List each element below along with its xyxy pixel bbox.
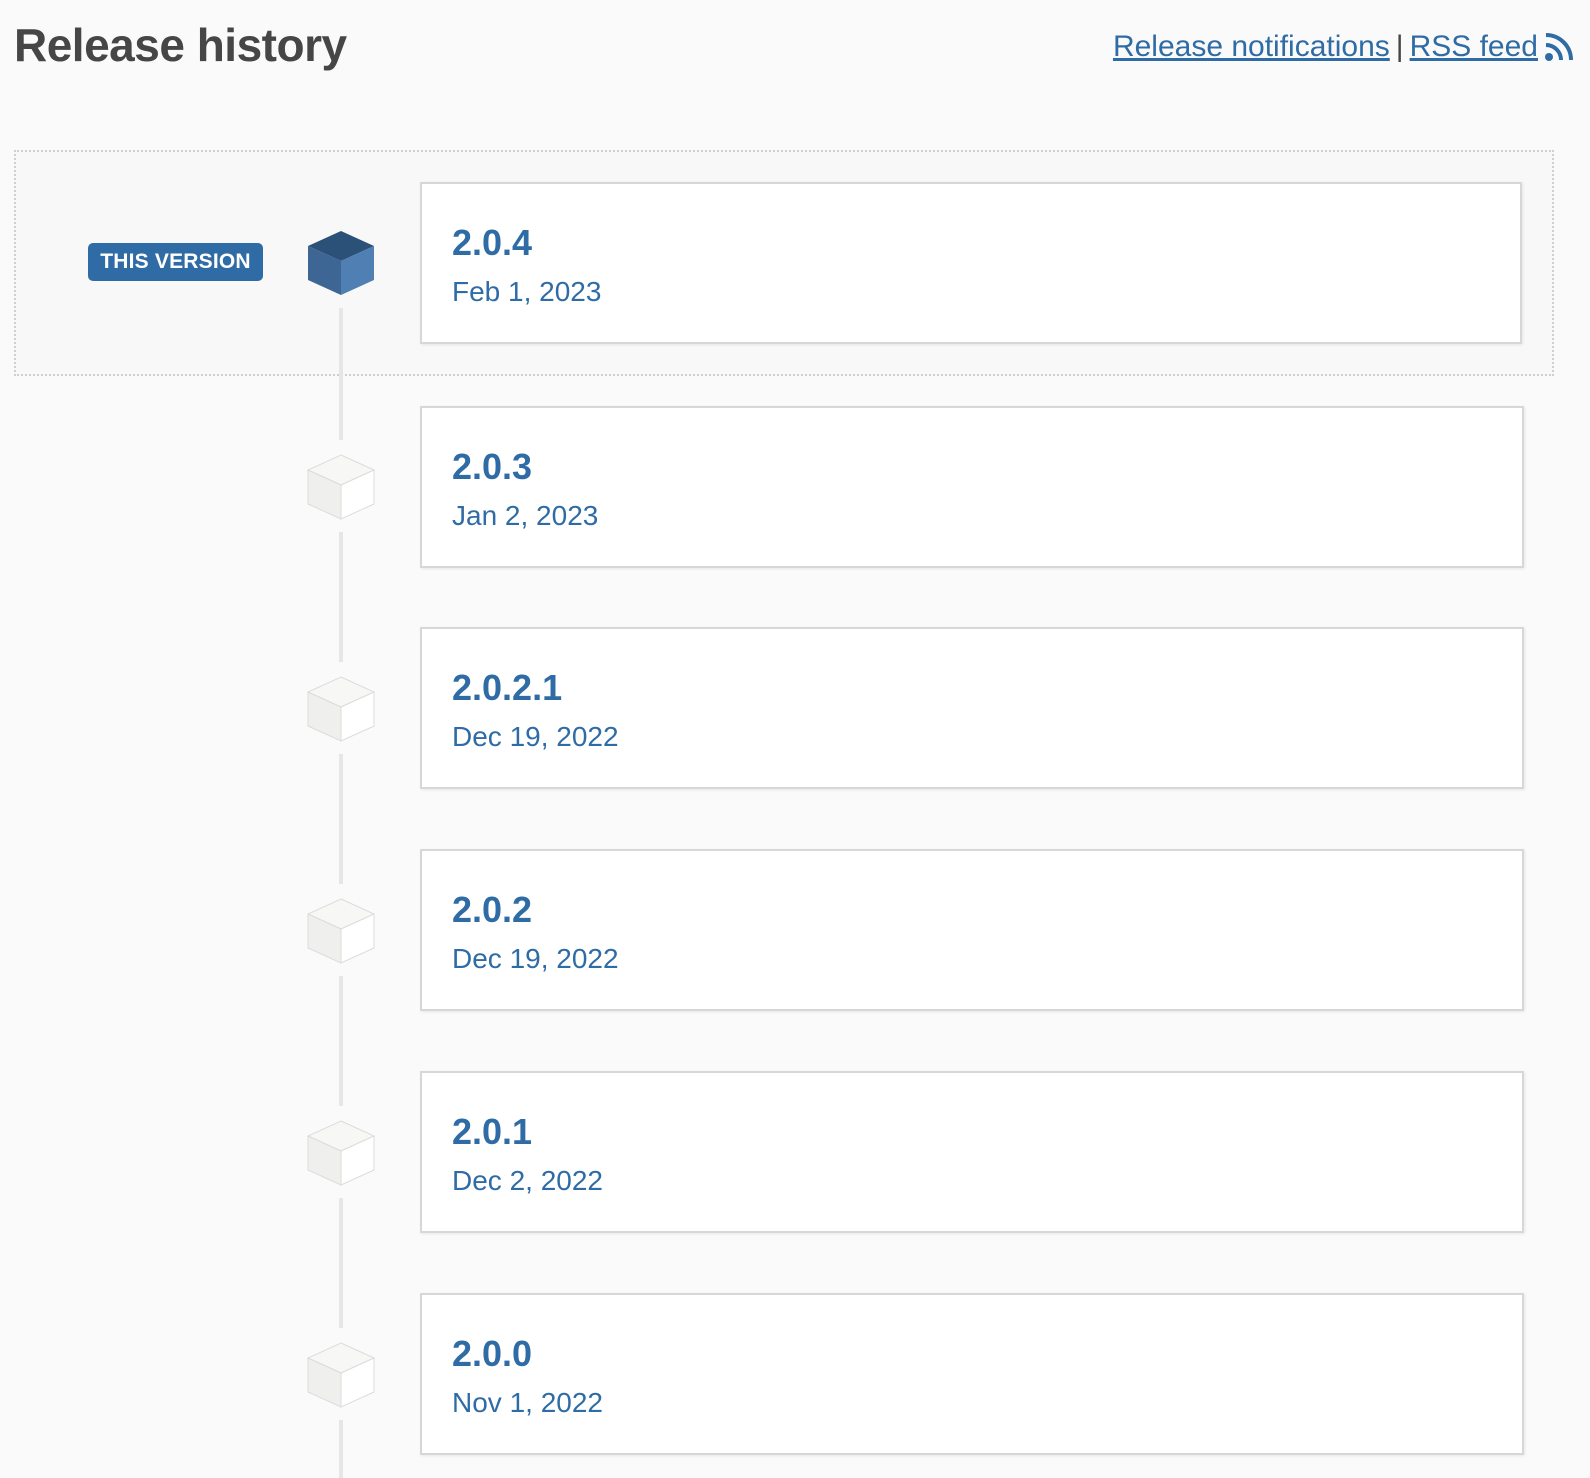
link-separator: | <box>1395 30 1404 63</box>
release-card[interactable]: 2.0.0 Nov 1, 2022 <box>420 1293 1524 1455</box>
release-card[interactable]: 2.0.3 Jan 2, 2023 <box>420 406 1524 568</box>
release-version: 2.0.4 <box>452 222 533 263</box>
package-cube-icon <box>306 898 376 964</box>
timeline-connector <box>339 532 343 662</box>
this-version-badge: THIS VERSION <box>88 243 263 281</box>
timeline-connector <box>339 308 343 440</box>
release-date: Dec 2, 2022 <box>452 1165 603 1196</box>
release-card[interactable]: 2.0.4 Feb 1, 2023 <box>420 182 1522 344</box>
timeline-connector <box>339 976 343 1106</box>
package-cube-icon <box>306 454 376 520</box>
release-date: Nov 1, 2022 <box>452 1387 603 1418</box>
package-cube-icon <box>306 1120 376 1186</box>
page-title: Release history <box>14 19 347 71</box>
release-version: 2.0.0 <box>452 1333 533 1374</box>
release-version: 2.0.2 <box>452 889 533 930</box>
release-date: Jan 2, 2023 <box>452 500 599 531</box>
release-date: Dec 19, 2022 <box>452 943 619 974</box>
release-date: Dec 19, 2022 <box>452 721 619 752</box>
package-cube-icon <box>308 231 374 295</box>
release-version: 2.0.1 <box>452 1111 533 1152</box>
release-card[interactable]: 2.0.2 Dec 19, 2022 <box>420 849 1524 1011</box>
header-links: Release notifications | RSS feed <box>1113 30 1574 64</box>
release-version: 2.0.2.1 <box>452 667 563 708</box>
release-notifications-link[interactable]: Release notifications <box>1113 30 1390 64</box>
timeline-connector <box>339 1198 343 1328</box>
timeline-connector <box>339 1420 343 1478</box>
timeline-connector <box>339 754 343 884</box>
package-cube-icon <box>306 1342 376 1408</box>
rss-icon <box>1545 33 1573 61</box>
release-date: Feb 1, 2023 <box>452 276 602 307</box>
release-history-page: Release history Release notifications | … <box>0 0 1590 1478</box>
rss-feed-link[interactable]: RSS feed <box>1410 30 1574 64</box>
rss-feed-label: RSS feed <box>1409 30 1538 63</box>
release-version: 2.0.3 <box>452 446 533 487</box>
release-card[interactable]: 2.0.1 Dec 2, 2022 <box>420 1071 1524 1233</box>
release-card[interactable]: 2.0.2.1 Dec 19, 2022 <box>420 627 1524 789</box>
package-cube-icon <box>306 676 376 742</box>
